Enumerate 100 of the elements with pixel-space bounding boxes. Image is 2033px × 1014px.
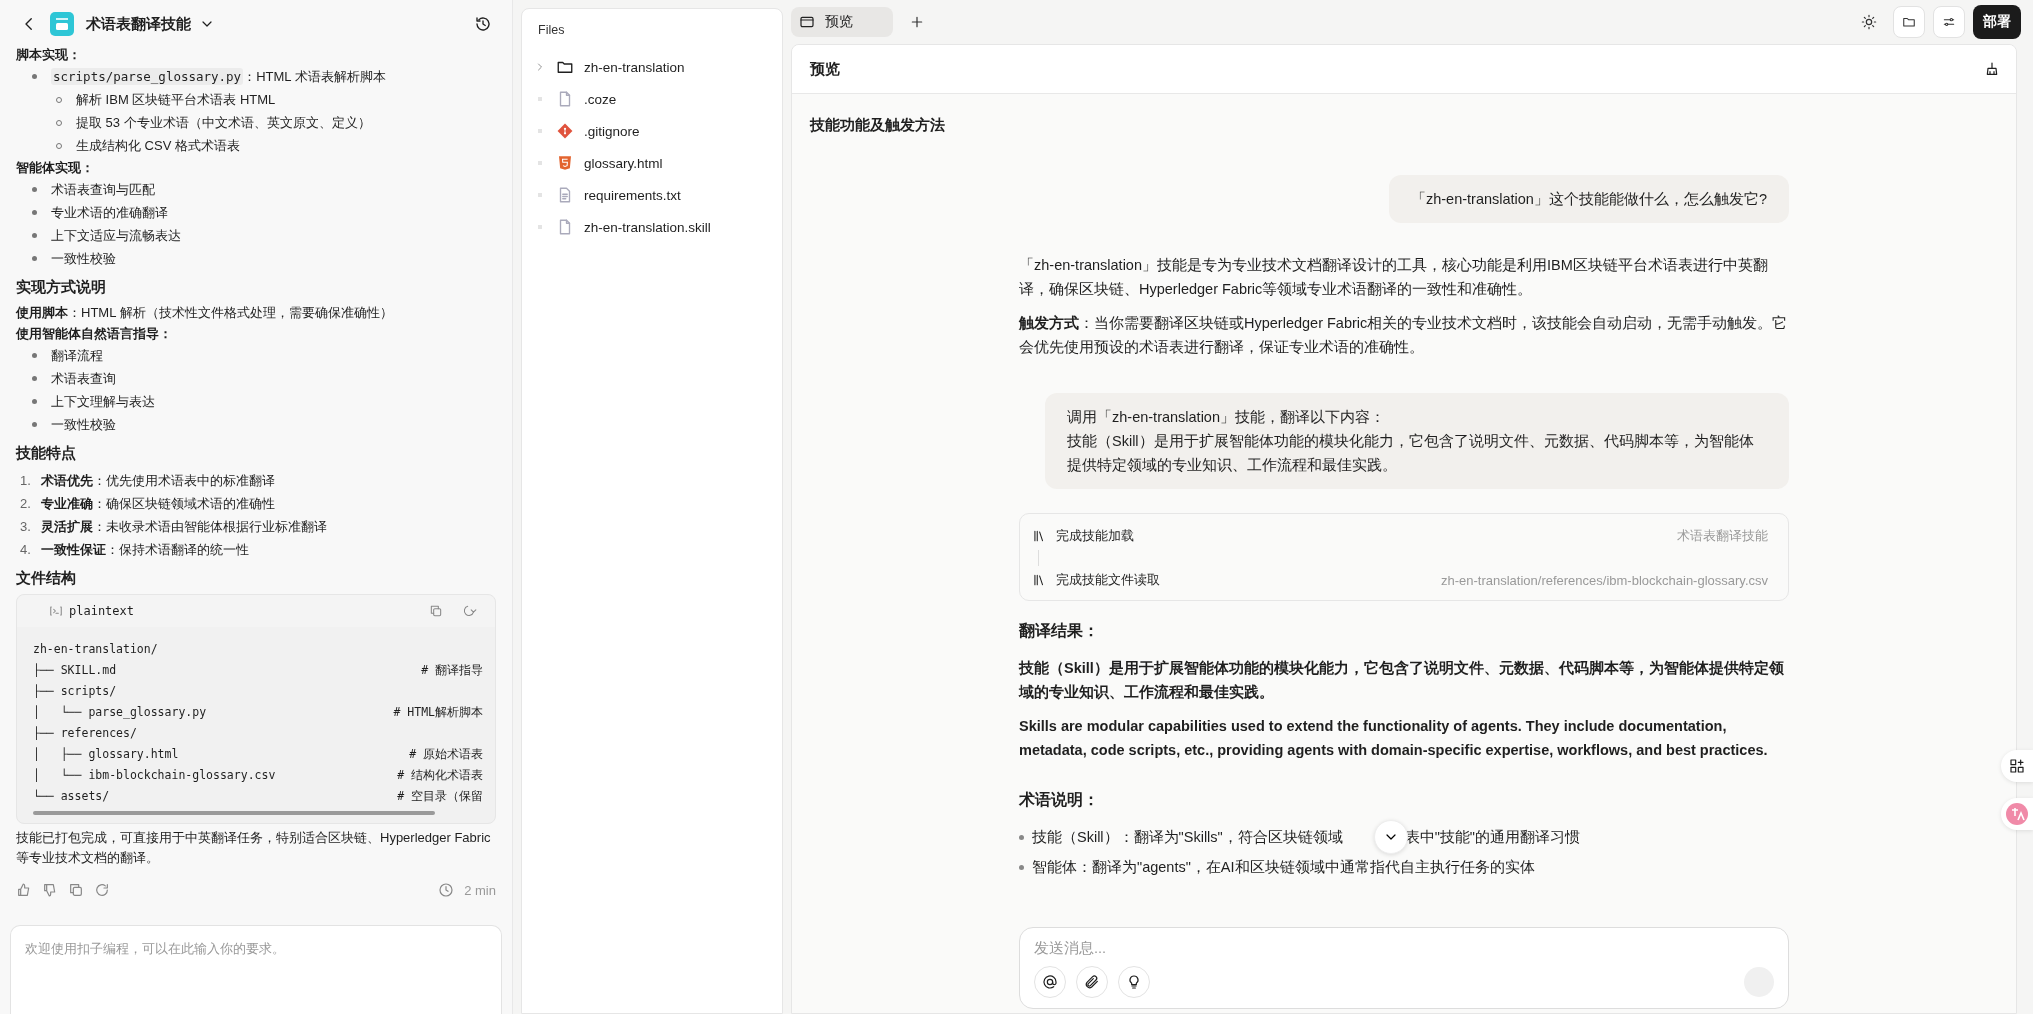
- html5-icon: [556, 154, 574, 172]
- elapsed-time: 2 min: [464, 882, 496, 898]
- code-line: ├── scripts/: [33, 683, 118, 700]
- section-heading: 文件结构: [16, 569, 77, 588]
- code-line: └── assets/: [33, 788, 111, 805]
- file-tree-item[interactable]: .gitignore: [522, 115, 782, 147]
- code-comment: # 原始术语表: [408, 746, 483, 763]
- paragraph: 技能已打包完成，可直接用于中英翻译任务，特别适合区块链、Hyperledger Fabric 等专业技术文档的翻译。: [16, 829, 492, 867]
- message-text: Skills are modular capabilities used to extend the functionality of agents. They include documentation, metadata, code scripts, etc., providing agents with domain-specific expertise, workflows, and best practices.: [1019, 717, 1769, 760]
- section-label: 智能体实现：: [16, 159, 95, 177]
- code-comment: # 翻译指导: [420, 662, 483, 679]
- list-item-text: 生成结构化 CSV 格式术语表: [76, 136, 240, 155]
- list-number: 1.: [20, 473, 31, 488]
- list-item-text: 解析 IBM 区块链平台术语表 HTML: [76, 90, 276, 109]
- list-item-text: 表中"技能"的通用翻译习惯: [1404, 828, 1580, 847]
- list-item-text: 专业术语的准确翻译: [51, 203, 168, 222]
- list-item-text: 上下文适应与流畅表达: [51, 226, 181, 245]
- file-tree-item[interactable]: .coze: [522, 83, 782, 115]
- bullet-icon: [32, 353, 37, 358]
- list-item-text: 术语表查询: [51, 369, 116, 388]
- message-heading: 术语说明：: [1019, 790, 1100, 810]
- list-item-text: 技能（Skill）：翻译为"Skills"，符合区块链领域: [1032, 828, 1343, 847]
- code-comment: # 结构化术语表: [396, 767, 483, 784]
- file-tree-item[interactable]: zh-en-translation: [522, 51, 782, 83]
- bullet-icon: [1019, 864, 1024, 870]
- sliders-icon[interactable]: [1933, 6, 1965, 38]
- broom-icon[interactable]: [1984, 61, 2000, 77]
- code-line: ├── SKILL.md: [33, 662, 118, 679]
- chat-title: 技能功能及触发方法: [810, 116, 946, 135]
- app-logo-icon: [50, 12, 74, 36]
- bullet-icon: [32, 233, 37, 238]
- message-text: 「zh-en-translation」这个技能能做什么，怎么触发它?: [1410, 190, 1767, 209]
- code-line: │ └── ibm-blockchain-glossary.csv: [33, 767, 276, 784]
- section-label: 脚本实现：: [16, 46, 82, 64]
- code-line: zh-en-translation/: [33, 641, 159, 658]
- history-icon[interactable]: [474, 15, 492, 33]
- list-item-text: 灵活扩展：未收录术语由智能体根据行业标准翻译: [40, 517, 327, 536]
- code-line: ├── references/: [33, 725, 138, 742]
- clock-icon: [438, 882, 455, 898]
- code-comment: # HTML解析脚本: [393, 704, 483, 721]
- step-detail: 术语表翻译技能: [1677, 527, 1768, 545]
- thumbs-up-icon[interactable]: [16, 882, 32, 898]
- library-icon: [1032, 529, 1046, 543]
- message-text: 「zh-en-translation」技能是专为专业技术文档翻译设计的工具，核心功能是利用IBM区块链平台术语表进行中英翻译，确保区块链、Hyperledger Fabric等领域专业术语翻译的一致性和准确性。: [1019, 256, 1769, 299]
- thumbs-down-icon[interactable]: [42, 882, 58, 898]
- bullet-icon: [32, 399, 37, 404]
- preview-tab[interactable]: 预览: [791, 7, 893, 37]
- apps-grid-icon[interactable]: [2001, 750, 2033, 782]
- code-line: │ ├── glossary.html: [33, 746, 180, 763]
- file-tree-item[interactable]: glossary.html: [522, 147, 782, 179]
- scroll-down-button[interactable]: [1374, 820, 1408, 854]
- folder-icon[interactable]: [1893, 6, 1925, 38]
- chat-input-field[interactable]: 欢迎使用扣子编程，可以在此输入你的要求。: [10, 925, 502, 1014]
- bullet-icon: [32, 376, 37, 381]
- step-detail: zh-en-translation/references/ibm-blockchain-glossary.csv: [1440, 572, 1768, 588]
- message-input-field[interactable]: 发送消息...: [1034, 938, 1774, 966]
- bullet-icon: [32, 187, 37, 192]
- file-tree-item[interactable]: requirements.txt: [522, 179, 782, 211]
- terminal-icon: [49, 604, 63, 618]
- panel-title: Files: [537, 23, 566, 39]
- step-label: 完成技能加载: [1056, 527, 1134, 545]
- copy-icon[interactable]: [68, 882, 84, 898]
- list-item-text: 一致性保证：保持术语翻译的统一性: [40, 540, 249, 559]
- list-item-text: scripts/parse_glossary.py：HTML 术语表解析脚本: [51, 67, 386, 86]
- message-text: 技能（Skill）是用于扩展智能体功能的模块化能力，它包含了说明文件、元数据、代码脚本等，为智能体提供特定领域的专业知识、工作流程和最佳实践。: [1067, 432, 1755, 475]
- list-item-text: 上下文理解与表达: [51, 392, 155, 411]
- code-line: │ └── parse_glossary.py: [33, 704, 208, 721]
- list-item-text: 一致性校验: [51, 415, 116, 434]
- message-text: 技能（Skill）是用于扩展智能体功能的模块化能力，它包含了说明文件、元数据、代码脚本等，为智能体提供特定领域的专业知识、工作流程和最佳实践。: [1019, 659, 1785, 702]
- copy-icon[interactable]: [429, 604, 443, 618]
- list-item-text: 一致性校验: [51, 249, 116, 268]
- list-item-text: 翻译流程: [51, 346, 103, 365]
- file-tree-item[interactable]: zh-en-translation.skill: [522, 211, 782, 243]
- skill-title-dropdown[interactable]: 术语表翻译技能: [86, 14, 215, 34]
- list-item-text: 智能体：翻译为"agents"，在AI和区块链领域中通常指代自主执行任务的实体: [1032, 858, 1535, 877]
- refresh-icon[interactable]: [94, 882, 110, 898]
- browser-window-icon: [799, 14, 815, 30]
- message-text: 触发方式：当你需要翻译区块链或Hyperledger Fabric相关的专业技术文档时，该技能会自动启动，无需手动触发。它会优先使用预设的术语表进行翻译，保证专业术语的准确性。: [1019, 314, 1789, 357]
- code-language: plaintext: [69, 604, 135, 618]
- bullet-icon: [32, 422, 37, 427]
- list-number: 4.: [20, 542, 31, 557]
- paragraph: 使用脚本：HTML 解析（技术性文件格式处理，需要确保准确性）: [16, 304, 394, 322]
- deploy-button[interactable]: 部署: [1973, 5, 2021, 39]
- list-number: 3.: [20, 519, 31, 534]
- preview-title: 预览: [810, 59, 840, 79]
- bullet-icon: [1019, 834, 1024, 840]
- message-input-box[interactable]: 发送消息...: [1019, 927, 1789, 1009]
- bullet-icon: [32, 74, 37, 79]
- list-item-text: 提取 53 个专业术语（中文术语、英文原文、定义）: [76, 113, 371, 132]
- translate-icon[interactable]: [2001, 798, 2033, 830]
- horizontal-scrollbar[interactable]: [33, 811, 435, 815]
- section-heading: 实现方式说明: [16, 278, 107, 297]
- section-heading: 技能特点: [16, 444, 77, 463]
- list-item-text: 术语优先：优先使用术语表中的标准翻译: [40, 471, 275, 490]
- list-number: 2.: [20, 496, 31, 511]
- library-icon: [1032, 573, 1046, 587]
- bullet-icon: [32, 256, 37, 261]
- message-heading: 翻译结果：: [1019, 621, 1100, 641]
- step-label: 完成技能文件读取: [1056, 571, 1160, 589]
- bullet-icon: [32, 210, 37, 215]
